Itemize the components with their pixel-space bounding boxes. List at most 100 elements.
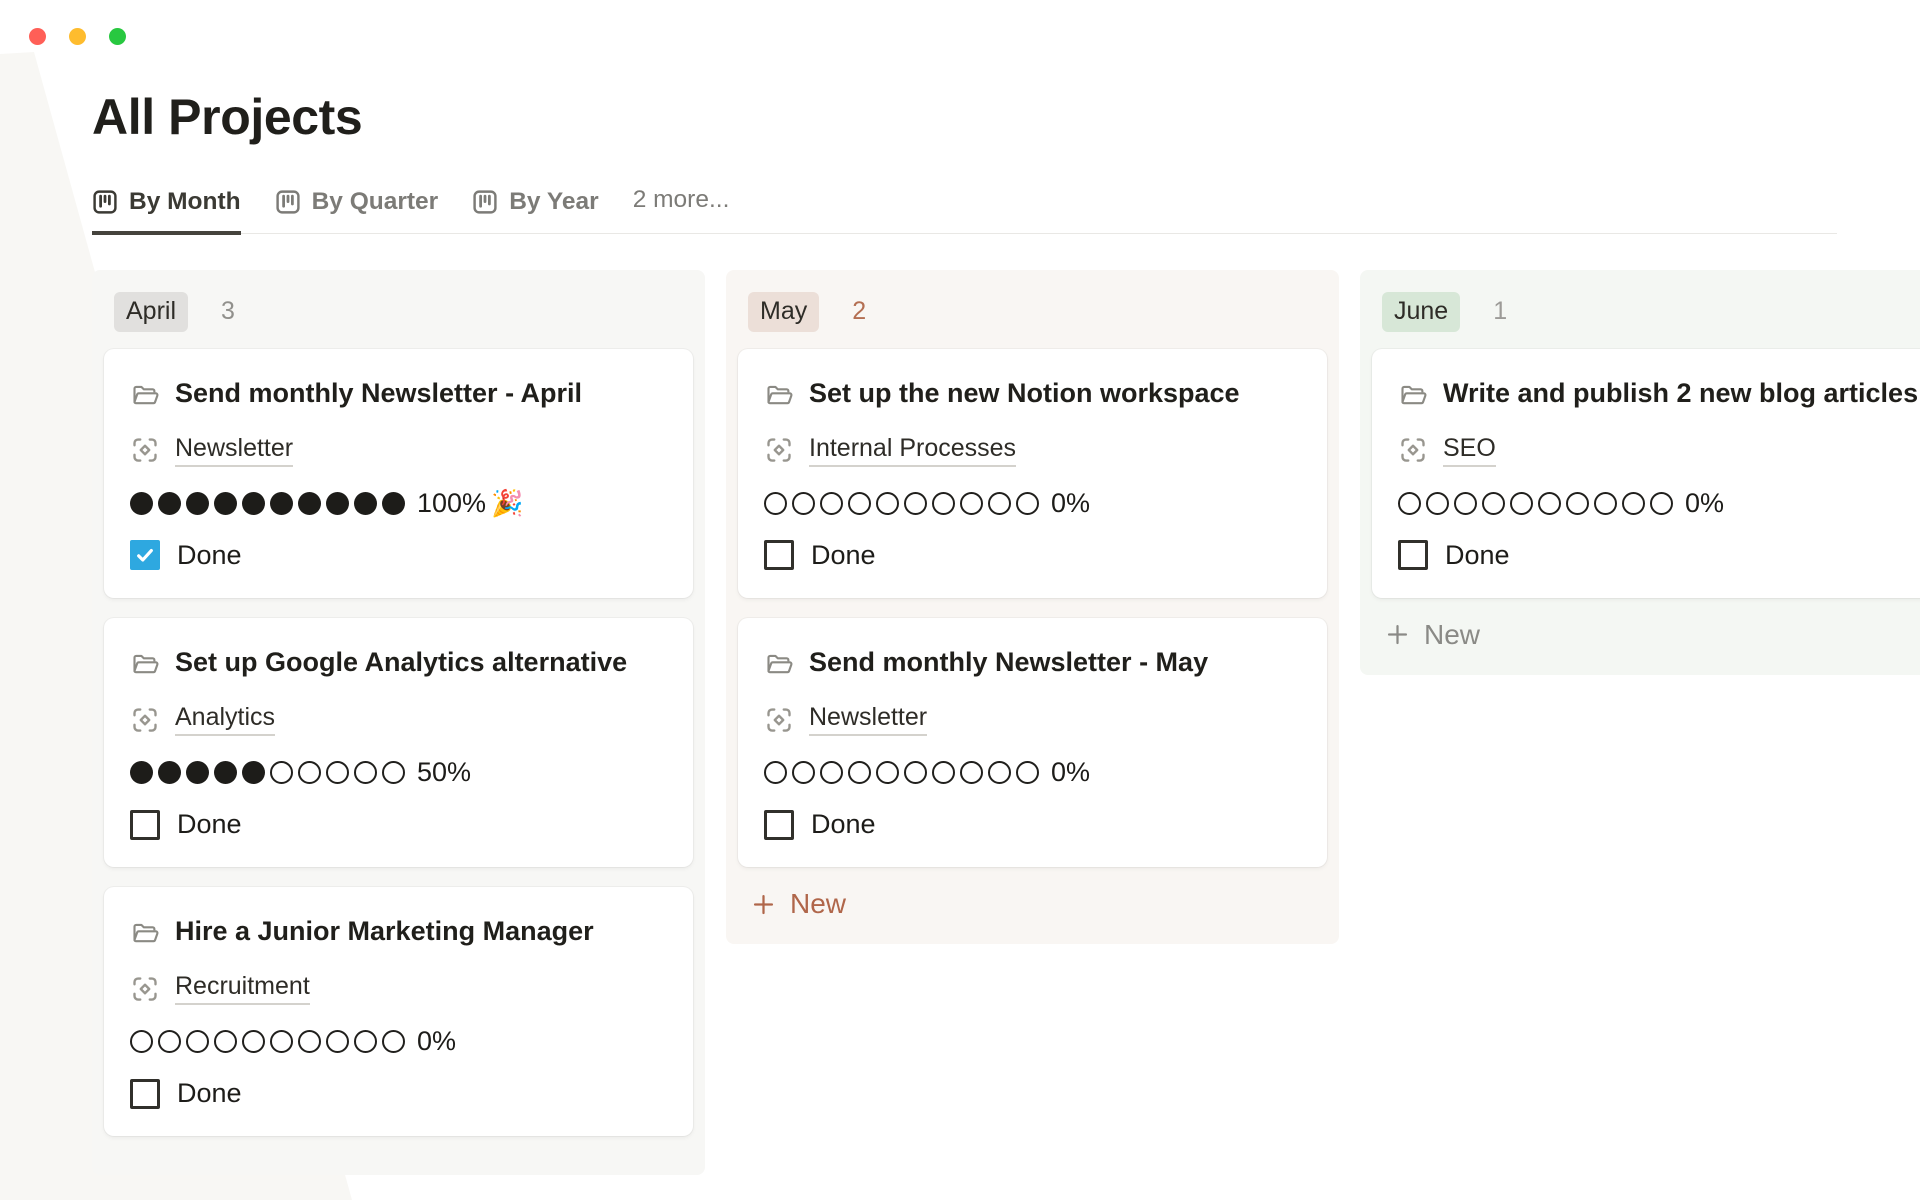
done-checkbox[interactable] [130, 540, 160, 570]
progress-dot [1398, 492, 1421, 515]
progress-dot [130, 761, 153, 784]
done-checkbox[interactable] [764, 540, 794, 570]
open-folder-icon [1398, 380, 1428, 410]
progress-dot [1016, 492, 1039, 515]
column-month-badge: June [1382, 292, 1460, 332]
progress-dots [764, 761, 1044, 784]
progress-dot [1482, 492, 1505, 515]
new-card-button[interactable]: New [1372, 598, 1920, 659]
board-column: April 3 Send monthly Newsletter - April … [92, 270, 705, 1175]
progress-dot [354, 761, 377, 784]
done-label: Done [177, 809, 242, 840]
tab-by-quarter[interactable]: By Quarter [275, 188, 439, 235]
relation-frame-diamond-icon [1398, 435, 1428, 465]
card-progress: 0% [764, 488, 1301, 519]
progress-dot [1510, 492, 1533, 515]
card-title: Send monthly Newsletter - April [175, 374, 582, 413]
tab-by-month[interactable]: By Month [92, 188, 241, 235]
progress-dot [848, 492, 871, 515]
new-card-label: New [1424, 619, 1480, 651]
progress-dot [158, 492, 181, 515]
minimize-button[interactable] [69, 28, 86, 45]
card-tag-row: Recruitment [130, 972, 667, 1005]
card-tag-link[interactable]: Internal Processes [809, 434, 1016, 467]
progress-dot [382, 1030, 405, 1053]
card-title: Send monthly Newsletter - May [809, 643, 1208, 682]
progress-dot [1538, 492, 1561, 515]
project-card[interactable]: Write and publish 2 new blog articles SE… [1372, 349, 1920, 598]
done-checkbox[interactable] [764, 810, 794, 840]
project-card[interactable]: Send monthly Newsletter - May Newsletter… [738, 618, 1327, 867]
progress-dot [186, 492, 209, 515]
card-title-row: Set up Google Analytics alternative [130, 643, 667, 682]
card-tag-link[interactable]: SEO [1443, 434, 1496, 467]
progress-dot [270, 761, 293, 784]
card-tag-link[interactable]: Recruitment [175, 972, 310, 1005]
progress-dot [298, 761, 321, 784]
progress-dots [130, 761, 410, 784]
progress-dot [960, 761, 983, 784]
relation-frame-diamond-icon [130, 435, 160, 465]
new-card-button[interactable]: New [738, 867, 1327, 928]
done-label: Done [811, 540, 876, 571]
card-title-row: Hire a Junior Marketing Manager [130, 912, 667, 951]
relation-frame-diamond-icon [764, 435, 794, 465]
progress-dot [820, 492, 843, 515]
page-content: All Projects By Month By Quarter By Year… [92, 88, 1920, 1175]
done-checkbox[interactable] [1398, 540, 1428, 570]
card-progress: 0% [764, 757, 1301, 788]
done-checkbox[interactable] [130, 810, 160, 840]
project-card[interactable]: Send monthly Newsletter - April Newslett… [104, 349, 693, 598]
column-header: April 3 [104, 282, 693, 349]
tab-by-year[interactable]: By Year [472, 188, 598, 235]
view-tabs: By Month By Quarter By Year 2 more... [92, 186, 1837, 234]
open-folder-icon [764, 380, 794, 410]
done-label: Done [811, 809, 876, 840]
project-card[interactable]: Set up the new Notion workspace Internal… [738, 349, 1327, 598]
card-tag-link[interactable]: Newsletter [175, 434, 293, 467]
progress-dot [792, 492, 815, 515]
board-view-icon [92, 189, 118, 215]
board-column: June 1 Write and publish 2 new blog arti… [1360, 270, 1920, 675]
progress-percent: 100% [417, 488, 486, 519]
done-checkbox[interactable] [130, 1079, 160, 1109]
progress-dot [764, 492, 787, 515]
card-done-row: Done [764, 809, 1301, 840]
progress-dot [988, 492, 1011, 515]
progress-dot [988, 761, 1011, 784]
progress-dot [904, 761, 927, 784]
progress-dot [186, 1030, 209, 1053]
card-done-row: Done [130, 809, 667, 840]
done-label: Done [177, 540, 242, 571]
project-card[interactable]: Hire a Junior Marketing Manager Recruitm… [104, 887, 693, 1136]
progress-dot [214, 761, 237, 784]
card-done-row: Done [130, 1078, 667, 1109]
progress-dot [242, 1030, 265, 1053]
zoom-button[interactable] [109, 28, 126, 45]
project-card[interactable]: Set up Google Analytics alternative Anal… [104, 618, 693, 867]
progress-dot [848, 761, 871, 784]
kanban-board: April 3 Send monthly Newsletter - April … [92, 270, 1920, 1175]
progress-dot [214, 1030, 237, 1053]
progress-dot [270, 1030, 293, 1053]
card-tag-link[interactable]: Analytics [175, 703, 275, 736]
board-view-icon [275, 189, 301, 215]
progress-dot [932, 492, 955, 515]
progress-dot [1016, 761, 1039, 784]
column-cards: Write and publish 2 new blog articles SE… [1372, 349, 1920, 598]
card-title: Hire a Junior Marketing Manager [175, 912, 594, 951]
progress-dot [382, 492, 405, 515]
progress-dot [158, 1030, 181, 1053]
progress-dot [242, 761, 265, 784]
card-progress: 0% [130, 1026, 667, 1057]
progress-dot [1426, 492, 1449, 515]
tabs-more-button[interactable]: 2 more... [633, 186, 730, 233]
new-card-label: New [790, 888, 846, 920]
progress-dot [214, 492, 237, 515]
card-done-row: Done [1398, 540, 1920, 571]
close-button[interactable] [29, 28, 46, 45]
progress-dot [764, 761, 787, 784]
progress-dot [1622, 492, 1645, 515]
progress-dot [1650, 492, 1673, 515]
card-tag-link[interactable]: Newsletter [809, 703, 927, 736]
